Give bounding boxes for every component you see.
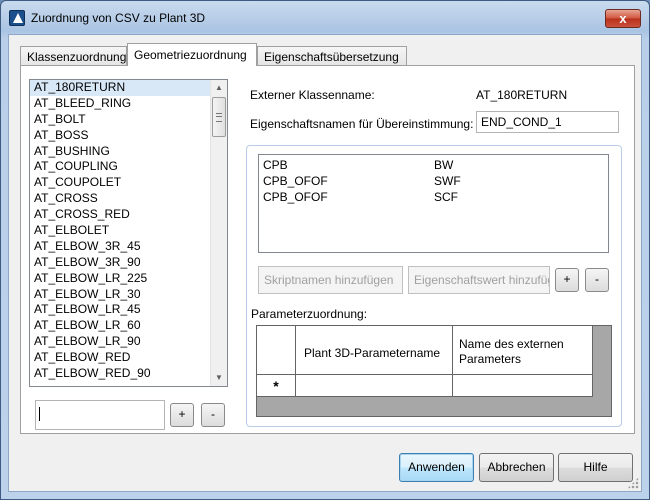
list-item[interactable]: AT_ELBOW_LR_60 xyxy=(30,318,227,334)
list-item[interactable]: AT_180RETURN xyxy=(30,80,227,96)
cancel-button[interactable]: Abbrechen xyxy=(479,453,554,482)
tab-klassenzuordnung[interactable]: Klassenzuordnung xyxy=(20,46,127,66)
list-item[interactable]: AT_ELBOW_3R_45 xyxy=(30,239,227,255)
list-item[interactable]: AT_CROSS xyxy=(30,191,227,207)
scroll-down-icon[interactable]: ▼ xyxy=(211,370,227,386)
title-bar[interactable]: Zuordnung von CSV zu Plant 3D x xyxy=(1,1,649,35)
close-button[interactable]: x xyxy=(605,9,641,28)
list-item[interactable]: AT_ELBOW_LR_45 xyxy=(30,302,227,318)
tab-geometriezuordnung[interactable]: Geometriezuordnung xyxy=(127,43,257,66)
list-item[interactable]: AT_BOLT xyxy=(30,112,227,128)
list-item[interactable]: AT_COUPOLET xyxy=(30,175,227,191)
apply-button[interactable]: Anwenden xyxy=(399,453,474,482)
column-header-plant3d-parameter[interactable]: Plant 3D-Parametername xyxy=(296,326,453,375)
add-mapping-button[interactable]: + xyxy=(555,268,579,292)
list-item[interactable]: CPB_OFOF SCF xyxy=(263,190,603,206)
parameter-grid[interactable]: Plant 3D-Parametername Name des externen… xyxy=(256,325,612,417)
text-cursor xyxy=(39,407,40,421)
new-class-input[interactable] xyxy=(35,400,165,430)
tab-eigenschaftsuebersetzung[interactable]: Eigenschaftsübersetzung xyxy=(257,46,407,66)
list-item[interactable]: CPB_OFOF SWF xyxy=(263,174,603,190)
dialog-client-area: Klassenzuordnung Geometriezuordnung Eige… xyxy=(8,34,642,492)
add-class-button[interactable]: + xyxy=(170,403,194,427)
list-item[interactable]: AT_COUPLING xyxy=(30,159,227,175)
new-row-plant3d-cell[interactable] xyxy=(296,375,453,397)
external-class-label: Externer Klassenname: xyxy=(250,88,375,102)
list-item[interactable]: AT_ELBOW_3R_90 xyxy=(30,255,227,271)
mapping-group: CPB BW CPB_OFOF SWF CPB_OFOF SCF Skriptn… xyxy=(246,145,622,427)
list-item[interactable]: AT_ELBOW_LR_90 xyxy=(30,334,227,350)
list-item[interactable]: AT_BLEED_RING xyxy=(30,96,227,112)
remove-mapping-button[interactable]: - xyxy=(585,268,609,292)
list-item[interactable]: CPB BW xyxy=(263,158,603,174)
add-property-value-button[interactable]: Eigenschaftswert hinzufüg xyxy=(408,266,550,294)
add-script-name-button[interactable]: Skriptnamen hinzufügen xyxy=(258,266,403,294)
dialog-window: Zuordnung von CSV zu Plant 3D x Klassenz… xyxy=(0,0,650,500)
list-item[interactable]: AT_ELBOW_LR_225 xyxy=(30,271,227,287)
list-item[interactable]: AT_ELBOW_RED xyxy=(30,350,227,366)
list-scrollbar[interactable]: ▲ ▼ xyxy=(210,80,227,386)
list-item[interactable]: AT_ELBOLET xyxy=(30,223,227,239)
class-listbox[interactable]: AT_180RETURN AT_BLEED_RING AT_BOLT AT_BOSS A… xyxy=(29,79,228,387)
parameter-mapping-label: Parameterzuordnung: xyxy=(251,307,368,321)
match-property-label: Eigenschaftsnamen für Übereinstimmung: xyxy=(250,117,474,131)
scroll-up-icon[interactable]: ▲ xyxy=(211,80,227,96)
window-title: Zuordnung von CSV zu Plant 3D xyxy=(31,11,206,25)
remove-class-button[interactable]: - xyxy=(201,403,225,427)
list-item[interactable]: AT_ELBOW_RED_90 xyxy=(30,366,227,382)
list-item[interactable]: AT_CROSS_RED xyxy=(30,207,227,223)
match-property-input[interactable]: END_COND_1 xyxy=(476,111,619,133)
external-class-value: AT_180RETURN xyxy=(476,88,568,102)
list-item[interactable]: AT_BUSHING xyxy=(30,144,227,160)
new-row-external-cell[interactable] xyxy=(453,375,593,397)
help-button[interactable]: Hilfe xyxy=(558,453,633,482)
autocad-plant3d-icon xyxy=(9,10,25,26)
mapping-listbox[interactable]: CPB BW CPB_OFOF SWF CPB_OFOF SCF xyxy=(258,154,609,253)
list-item[interactable]: AT_ELBOW_LR_30 xyxy=(30,287,227,303)
list-item[interactable]: AT_BOSS xyxy=(30,128,227,144)
geometry-mapping-panel: AT_180RETURN AT_BLEED_RING AT_BOLT AT_BOSS A… xyxy=(20,65,635,434)
new-row-marker: * xyxy=(257,375,296,397)
scroll-thumb[interactable] xyxy=(212,97,226,137)
grid-corner xyxy=(257,326,296,375)
column-header-external-parameter[interactable]: Name des externen Parameters xyxy=(453,326,593,375)
